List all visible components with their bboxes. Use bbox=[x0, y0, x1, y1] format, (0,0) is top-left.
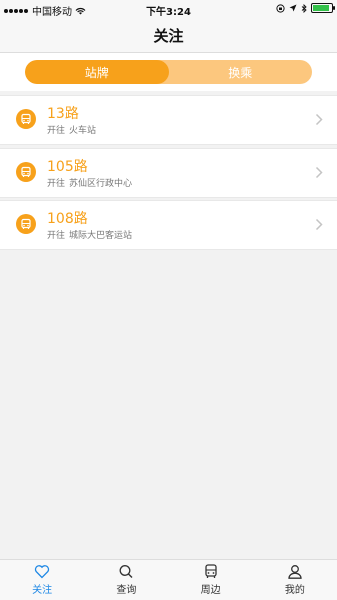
route-destination: 开往 火车站 bbox=[47, 123, 96, 136]
tab-label: 查询 bbox=[116, 585, 137, 596]
orientation-lock-icon bbox=[276, 3, 285, 13]
search-icon bbox=[119, 565, 133, 578]
tab-label: 周边 bbox=[200, 585, 221, 596]
route-destination: 开往 城际大巴客运站 bbox=[47, 228, 132, 241]
chevron-right-icon bbox=[315, 113, 323, 126]
bluetooth-icon bbox=[301, 3, 307, 13]
direction-label: 开往 bbox=[47, 179, 66, 189]
destination-name: 苏仙区行政中心 bbox=[69, 179, 133, 189]
bus-icon bbox=[16, 109, 36, 129]
segment-tab-stops[interactable]: 站牌 bbox=[25, 60, 169, 84]
direction-label: 开往 bbox=[47, 231, 66, 241]
tab-label: 我的 bbox=[284, 585, 305, 596]
battery-icon bbox=[311, 3, 335, 13]
segment-container: 站牌 换乘 bbox=[0, 53, 337, 91]
location-icon bbox=[289, 4, 297, 12]
bus-icon bbox=[16, 162, 36, 182]
tab-nearby[interactable]: 周边 bbox=[169, 560, 253, 600]
route-name: 13路 bbox=[47, 106, 79, 122]
tab-follow[interactable]: 关注 bbox=[0, 560, 84, 600]
route-destination: 开往 苏仙区行政中心 bbox=[47, 176, 132, 189]
segment-tab-transfer[interactable]: 换乘 bbox=[169, 60, 313, 84]
chevron-right-icon bbox=[315, 166, 323, 179]
direction-label: 开往 bbox=[47, 126, 66, 136]
nav-bar: 关注 bbox=[0, 18, 337, 53]
page-title: 关注 bbox=[153, 26, 184, 45]
tab-label: 关注 bbox=[32, 585, 53, 596]
user-icon bbox=[288, 565, 302, 579]
destination-name: 火车站 bbox=[69, 126, 97, 136]
bus-icon bbox=[16, 214, 36, 234]
favorite-route-card[interactable]: 108路 开往 城际大巴客运站 bbox=[0, 200, 337, 250]
favorite-route-card[interactable]: 105路 开往 苏仙区行政中心 bbox=[0, 148, 337, 198]
chevron-right-icon bbox=[315, 218, 323, 231]
bus-icon bbox=[204, 564, 217, 578]
tab-bar: 关注 查询 周边 我的 bbox=[0, 559, 337, 600]
favorite-route-card[interactable]: 13路 开往 火车站 bbox=[0, 95, 337, 145]
segment-control: 站牌 换乘 bbox=[25, 60, 312, 84]
status-bar: 中国移动 下午3:24 bbox=[0, 0, 337, 18]
heart-icon bbox=[34, 565, 50, 579]
route-name: 105路 bbox=[47, 159, 88, 175]
tab-mine[interactable]: 我的 bbox=[253, 560, 337, 600]
tab-search[interactable]: 查询 bbox=[84, 560, 168, 600]
route-name: 108路 bbox=[47, 211, 88, 227]
destination-name: 城际大巴客运站 bbox=[69, 231, 133, 241]
